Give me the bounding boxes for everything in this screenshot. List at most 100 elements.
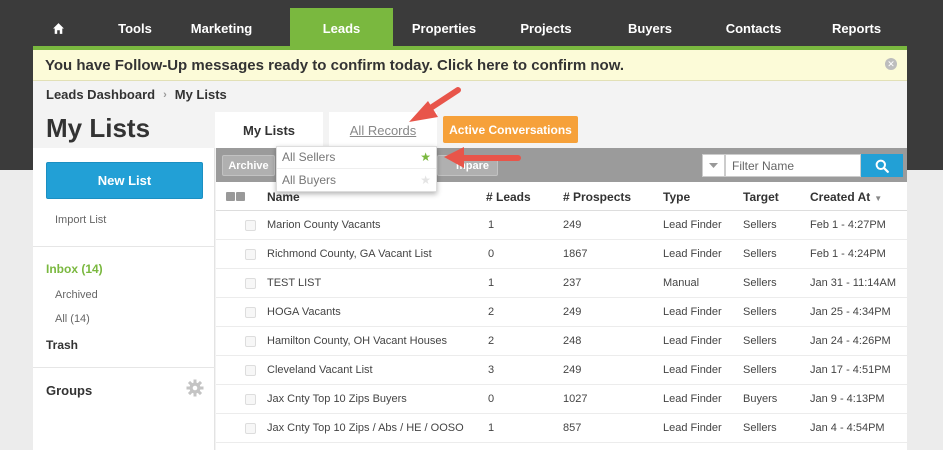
cell-name[interactable]: Hamilton County, OH Vacant Houses (267, 335, 447, 347)
cell-leads: 2 (488, 335, 495, 347)
cell-prospects: 237 (563, 277, 582, 289)
row-checkbox[interactable] (245, 365, 256, 376)
cell-leads: 1 (488, 422, 495, 434)
dropdown-item-label: All Buyers (282, 173, 337, 187)
nav-marketing[interactable]: Marketing (153, 8, 290, 48)
cell-type: Lead Finder (663, 335, 722, 347)
cell-name[interactable]: Cleveland Vacant List (267, 364, 373, 376)
nav-home[interactable] (0, 8, 117, 48)
filter-search-button[interactable] (861, 154, 903, 177)
nav-buyers[interactable]: Buyers (597, 8, 703, 48)
table-row[interactable]: Richmond County, GA Vacant List 0 1867 Lead… (216, 240, 907, 269)
row-checkbox[interactable] (245, 220, 256, 231)
cell-name[interactable]: TEST LIST (267, 277, 321, 289)
gear-icon[interactable] (186, 379, 204, 397)
table-row[interactable]: Jax Cnty Top 10 Zips Buyers 0 1027 Lead Fin… (216, 385, 907, 414)
row-checkbox[interactable] (245, 249, 256, 260)
cell-name[interactable]: Jax Cnty Top 10 Zips Buyers (267, 393, 407, 405)
nav-reports[interactable]: Reports (804, 8, 909, 48)
tab-all-records[interactable]: All Records (329, 112, 437, 148)
nav-properties[interactable]: Properties (393, 8, 495, 48)
table-row[interactable]: HOGA Vacants 2 249 Lead Finder Sellers Jan 25… (216, 298, 907, 327)
lists-table: Name # Leads # Prospects Type Target Cre… (216, 182, 907, 450)
nav-contacts[interactable]: Contacts (703, 8, 804, 48)
filter-dropdown-toggle[interactable] (702, 154, 725, 177)
cell-created-at: Jan 9 - 4:13PM (810, 393, 885, 405)
table-row[interactable]: Hamilton County, OH Vacant Houses 2 248 Lea… (216, 327, 907, 356)
followup-banner-text[interactable]: You have Follow-Up messages ready to con… (45, 57, 624, 74)
breadcrumb: Leads Dashboard › My Lists (46, 87, 227, 102)
column-header-created-at[interactable]: Created At ▼ (810, 190, 882, 204)
column-header-target[interactable]: Target (743, 190, 779, 204)
cell-name[interactable]: HOGA Vacants (267, 306, 341, 318)
home-icon (53, 22, 64, 34)
tab-my-lists[interactable]: My Lists (215, 112, 323, 148)
column-header-leads[interactable]: # Leads (486, 190, 531, 204)
dropdown-item-all-sellers[interactable]: All Sellers ★ (277, 147, 436, 169)
sidebar-item-trash[interactable]: Trash (46, 338, 78, 352)
column-header-created-at-label: Created At (810, 190, 871, 204)
select-all-checkbox[interactable] (226, 192, 246, 201)
nav-marketing-label: Marketing (190, 20, 253, 36)
cell-prospects: 249 (563, 306, 582, 318)
column-header-type[interactable]: Type (663, 190, 690, 204)
cell-created-at: Jan 25 - 4:34PM (810, 306, 891, 318)
sidebar-divider (33, 367, 215, 368)
page-title: My Lists (46, 113, 151, 143)
breadcrumb-leads-dashboard[interactable]: Leads Dashboard (46, 87, 155, 102)
cell-type: Lead Finder (663, 219, 722, 231)
sidebar-item-archived[interactable]: Archived (55, 289, 98, 301)
cell-created-at: Jan 17 - 4:51PM (810, 364, 891, 376)
active-conversations-button[interactable]: Active Conversations (443, 116, 578, 143)
cell-type: Lead Finder (663, 422, 722, 434)
cell-target: Sellers (743, 422, 777, 434)
table-row[interactable]: Marion County Vacants 1 249 Lead Finder Sell… (216, 211, 907, 240)
cell-leads: 2 (488, 306, 495, 318)
star-icon[interactable]: ★ (420, 150, 431, 164)
table-row[interactable]: TEST LIST 1 237 Manual Sellers Jan 31 - 11:14… (216, 269, 907, 298)
nav-leads[interactable]: Leads (290, 8, 393, 48)
row-checkbox[interactable] (245, 423, 256, 434)
row-checkbox[interactable] (245, 307, 256, 318)
row-checkbox[interactable] (245, 336, 256, 347)
column-header-name[interactable]: Name (267, 190, 300, 204)
cell-created-at: Jan 24 - 4:26PM (810, 335, 891, 347)
table-row[interactable]: Jax Cnty Top 10 Zips / Abs / HE / OOSO 1 8… (216, 414, 907, 443)
sidebar-item-all[interactable]: All (14) (55, 313, 90, 325)
new-list-button[interactable]: New List (46, 162, 203, 199)
all-records-dropdown: All Sellers ★ All Buyers ★ (276, 146, 437, 192)
cell-target: Sellers (743, 219, 777, 231)
cell-prospects: 1027 (563, 393, 588, 405)
row-checkbox[interactable] (245, 394, 256, 405)
star-icon[interactable]: ★ (420, 173, 431, 187)
nav-tools-label: Tools (118, 20, 152, 36)
cell-target: Sellers (743, 277, 777, 289)
cell-leads: 0 (488, 248, 495, 260)
compare-button[interactable]: mpare (437, 155, 498, 176)
cell-prospects: 249 (563, 219, 582, 231)
archive-button[interactable]: Archive (222, 155, 275, 176)
import-list-link[interactable]: Import List (55, 214, 106, 226)
dropdown-item-all-buyers[interactable]: All Buyers ★ (277, 170, 436, 192)
nav-tools[interactable]: Tools (117, 8, 153, 48)
cell-leads: 0 (488, 393, 495, 405)
cell-created-at: Jan 4 - 4:54PM (810, 422, 885, 434)
nav-properties-label: Properties (411, 20, 477, 36)
nav-projects[interactable]: Projects (495, 8, 597, 48)
close-icon[interactable]: ✕ (885, 58, 897, 70)
cell-name[interactable]: Jax Cnty Top 10 Zips / Abs / HE / OOSO (267, 422, 464, 434)
cell-created-at: Jan 31 - 11:14AM (810, 277, 897, 289)
cell-type: Lead Finder (663, 393, 722, 405)
cell-name[interactable]: Marion County Vacants (267, 219, 381, 231)
cell-prospects: 857 (563, 422, 582, 434)
followup-banner[interactable]: You have Follow-Up messages ready to con… (33, 50, 907, 81)
cell-prospects: 1867 (563, 248, 588, 260)
sidebar-item-inbox[interactable]: Inbox (14) (46, 262, 103, 276)
row-checkbox[interactable] (245, 278, 256, 289)
cell-name[interactable]: Richmond County, GA Vacant List (267, 248, 432, 260)
table-row[interactable]: Cleveland Vacant List 3 249 Lead Finder Sell… (216, 356, 907, 385)
sort-down-icon: ▼ (874, 194, 883, 203)
column-header-prospects[interactable]: # Prospects (563, 190, 631, 204)
filter-name-input[interactable] (725, 154, 861, 177)
nav-reports-label: Reports (831, 20, 882, 36)
